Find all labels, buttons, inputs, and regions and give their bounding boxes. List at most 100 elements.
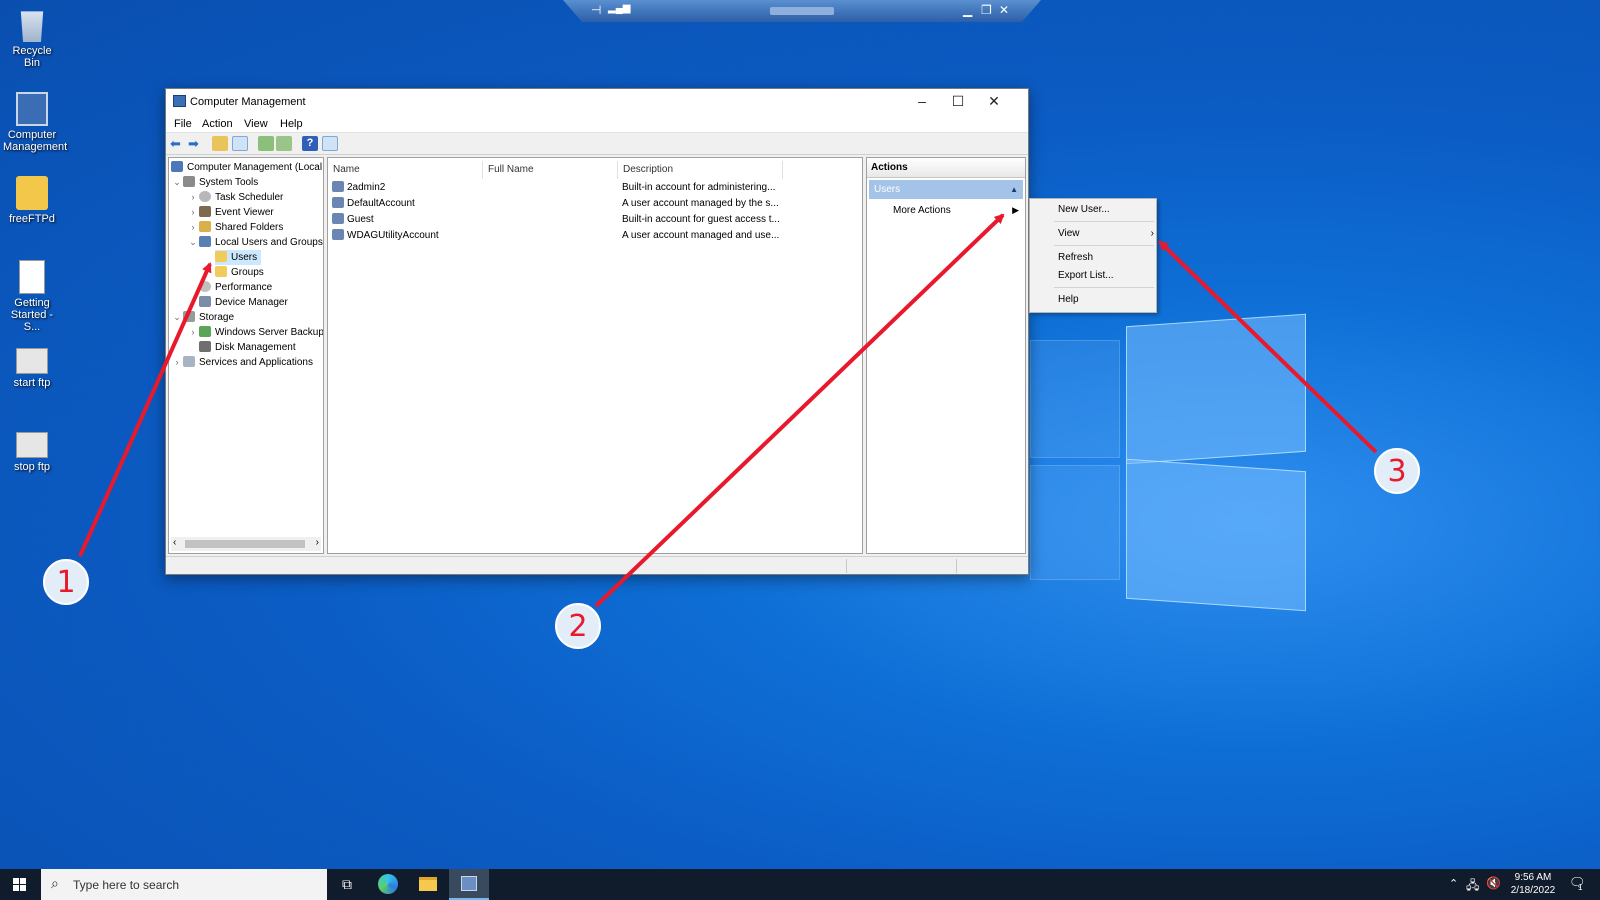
menu-item-new-user[interactable]: New User... [1058, 203, 1110, 217]
show-hide-tree-icon[interactable] [232, 136, 248, 151]
chevron-down-icon[interactable]: ⌄ [171, 310, 183, 325]
desktop-icon-label: Computer Management [3, 129, 68, 153]
title-bar[interactable]: Computer Management – ☐ ✕ [166, 89, 1028, 114]
close-icon[interactable]: ✕ [999, 3, 1009, 17]
show-hide-action-pane-icon[interactable] [322, 136, 338, 151]
maximize-button[interactable]: ☐ [940, 91, 976, 111]
tree-node-event-viewer[interactable]: › Event Viewer [187, 205, 274, 220]
table-row[interactable]: 2admin2 Built-in account for administeri… [332, 180, 852, 195]
menu-action[interactable]: Action [202, 118, 233, 130]
volume-muted-icon[interactable]: 🔇 [1486, 876, 1501, 890]
scroll-left-icon[interactable]: ‹ [173, 537, 176, 548]
up-folder-icon[interactable] [212, 136, 228, 151]
restore-icon[interactable]: ❐ [981, 3, 992, 17]
tree-node-local-users-groups[interactable]: ⌄ Local Users and Groups [187, 235, 323, 250]
tree-node-windows-server-backup[interactable]: › Windows Server Backup [187, 325, 323, 340]
desktop-icon-label: start ftp [13, 377, 51, 389]
clock-date[interactable]: 2/18/2022 [1508, 885, 1558, 896]
menu-item-help[interactable]: Help [1058, 293, 1079, 307]
connection-title [770, 7, 834, 15]
collapse-up-icon[interactable]: ▲ [1010, 180, 1018, 199]
tree-node-groups[interactable]: Groups [215, 265, 264, 280]
task-view-icon[interactable]: ⧉ [327, 869, 367, 900]
tree-node-system-tools[interactable]: ⌄ System Tools [171, 175, 258, 190]
callout-3: 3 [1374, 448, 1420, 494]
desktop-icon-stop-ftp[interactable]: stop ftp [3, 432, 61, 473]
menu-item-refresh[interactable]: Refresh [1058, 251, 1093, 265]
column-header-name[interactable]: Name [328, 161, 483, 179]
chevron-right-icon[interactable]: › [187, 220, 199, 235]
menu-item-export-list[interactable]: Export List... [1058, 269, 1114, 283]
menu-separator [1054, 287, 1154, 288]
tree-node-performance[interactable]: Performance [199, 280, 272, 295]
network-icon[interactable]: 🖧 [1466, 876, 1479, 897]
more-actions-context-menu: New User... View › Refresh Export List..… [1029, 198, 1157, 313]
services-icon [183, 356, 195, 367]
edge-browser-icon[interactable] [368, 869, 408, 900]
refresh-icon[interactable] [258, 136, 274, 151]
chevron-down-icon[interactable]: ⌄ [171, 175, 183, 190]
file-explorer-icon[interactable] [408, 869, 448, 900]
desktop-icon-freeftpd[interactable]: freeFTPd [3, 176, 61, 225]
computer-management-taskbar-icon[interactable] [449, 869, 489, 900]
desktop-icon-start-ftp[interactable]: start ftp [3, 348, 61, 389]
menu-help[interactable]: Help [280, 118, 303, 130]
table-row[interactable]: DefaultAccount A user account managed by… [332, 196, 852, 211]
chevron-right-icon[interactable]: › [187, 325, 199, 340]
folder-icon [16, 176, 48, 210]
document-icon [19, 260, 45, 294]
column-header-full-name[interactable]: Full Name [483, 161, 618, 179]
table-row[interactable]: WDAGUtilityAccount A user account manage… [332, 228, 852, 243]
tree-node-device-manager[interactable]: Device Manager [199, 295, 288, 310]
back-arrow-icon[interactable]: ⬅ [170, 136, 186, 151]
tree-node-services-apps[interactable]: › Services and Applications [171, 355, 313, 370]
device-manager-icon [199, 296, 211, 307]
minimize-icon[interactable]: ▁ [963, 3, 972, 17]
tree-horizontal-scrollbar[interactable]: ‹ › [171, 537, 321, 551]
user-icon [332, 213, 344, 224]
chevron-up-icon[interactable]: ⌃ [1449, 877, 1458, 890]
chevron-right-icon[interactable]: › [187, 190, 199, 205]
scroll-thumb[interactable] [185, 540, 305, 548]
help-icon[interactable]: ? [302, 136, 318, 151]
menu-file[interactable]: File [174, 118, 192, 130]
user-icon [332, 197, 344, 208]
close-button[interactable]: ✕ [976, 91, 1012, 111]
tree-node-users[interactable]: Users [215, 250, 262, 265]
forward-arrow-icon[interactable]: ➡ [188, 136, 204, 151]
chevron-right-icon[interactable]: › [187, 205, 199, 220]
desktop-icon-recycle-bin[interactable]: Recycle Bin [3, 8, 61, 69]
scroll-right-icon[interactable]: › [316, 537, 319, 548]
table-row[interactable]: Guest Built-in account for guest access … [332, 212, 852, 227]
pin-icon[interactable]: ⊣ [591, 3, 601, 17]
menu-separator [1054, 221, 1154, 222]
desktop-icon-getting-started[interactable]: Getting Started - S... [3, 260, 61, 333]
desktop-icon-computer-management[interactable]: Computer Management [3, 92, 67, 153]
gear-shortcut-icon [16, 432, 48, 458]
performance-icon [199, 281, 211, 292]
menu-bar: File Action View Help [166, 114, 1028, 133]
actions-section-users[interactable]: Users ▲ [869, 180, 1023, 199]
folder-icon [215, 266, 227, 277]
users-group-icon [199, 236, 211, 247]
menu-view[interactable]: View [244, 118, 268, 130]
tree-node-root[interactable]: Computer Management (Local [171, 160, 322, 175]
computer-management-icon [16, 92, 48, 126]
chevron-right-icon[interactable]: › [171, 355, 183, 370]
tree-node-disk-management[interactable]: Disk Management [199, 340, 296, 355]
tree-node-storage[interactable]: ⌄ Storage [171, 310, 234, 325]
taskbar-search-box[interactable]: ⌕ Type here to search [41, 869, 327, 900]
more-actions-item[interactable]: More Actions ▶ [867, 201, 1025, 220]
column-header-description[interactable]: Description [618, 161, 783, 179]
tree-node-shared-folders[interactable]: › Shared Folders [187, 220, 283, 235]
chevron-down-icon[interactable]: ⌄ [187, 235, 199, 250]
clock-time[interactable]: 9:56 AM [1510, 872, 1556, 883]
menu-item-view[interactable]: View › [1058, 227, 1154, 241]
menu-separator [1054, 245, 1154, 246]
taskbar: ⌕ Type here to search ⧉ ⌃ 🖧 🔇 9:56 AM 2/… [0, 869, 1600, 900]
tree-node-task-scheduler[interactable]: › Task Scheduler [187, 190, 283, 205]
export-icon[interactable] [276, 136, 292, 151]
minimize-button[interactable]: – [904, 91, 940, 111]
tools-icon [183, 176, 195, 187]
start-button[interactable] [0, 869, 40, 900]
